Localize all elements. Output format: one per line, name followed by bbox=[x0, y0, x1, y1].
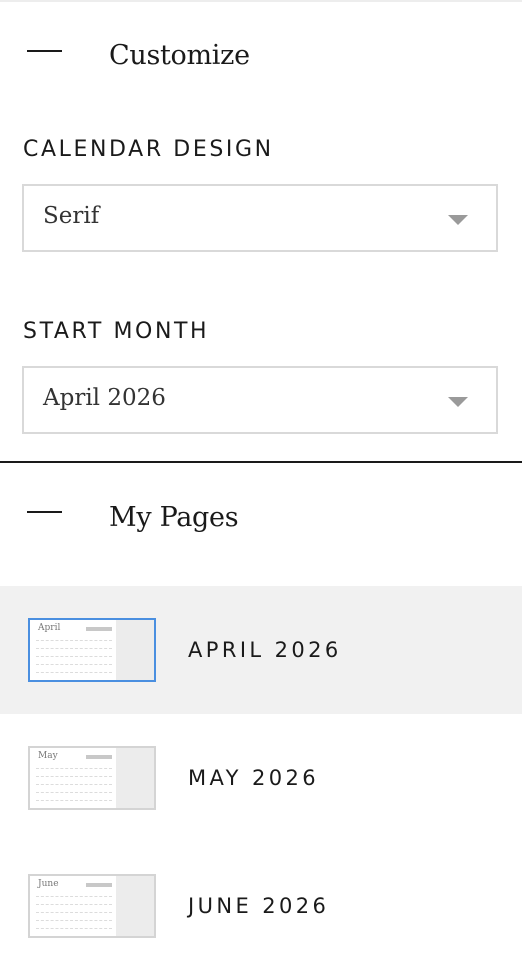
page-item-may[interactable]: May MAY 2026 bbox=[0, 714, 522, 842]
collapse-minus-icon[interactable] bbox=[27, 50, 62, 52]
start-month-label: START MONTH bbox=[23, 319, 210, 344]
page-thumbnail[interactable]: June bbox=[28, 874, 156, 938]
chevron-down-icon bbox=[448, 397, 468, 407]
calendar-design-select[interactable]: Serif bbox=[22, 184, 498, 252]
collapse-minus-icon[interactable] bbox=[27, 511, 62, 513]
my-pages-section-toggle[interactable]: My Pages bbox=[0, 488, 522, 548]
start-month-select[interactable]: April 2026 bbox=[22, 366, 498, 434]
top-divider bbox=[0, 0, 522, 2]
calendar-design-value: Serif bbox=[43, 203, 100, 229]
thumbnail-month: April bbox=[38, 623, 61, 633]
calendar-design-label: CALENDAR DESIGN bbox=[23, 137, 274, 162]
section-divider bbox=[0, 461, 522, 463]
start-month-value: April 2026 bbox=[43, 385, 166, 411]
customize-section-toggle[interactable]: Customize bbox=[0, 26, 522, 86]
thumbnail-month: May bbox=[38, 751, 58, 761]
page-thumbnail[interactable]: May bbox=[28, 746, 156, 810]
my-pages-title: My Pages bbox=[109, 502, 239, 533]
page-item-april[interactable]: April APRIL 2026 bbox=[0, 586, 522, 714]
chevron-down-icon bbox=[448, 215, 468, 225]
page-item-label: APRIL 2026 bbox=[188, 638, 342, 662]
page-item-label: JUNE 2026 bbox=[188, 894, 330, 918]
customize-title: Customize bbox=[109, 40, 250, 71]
page-item-label: MAY 2026 bbox=[188, 766, 320, 790]
page-item-june[interactable]: June JUNE 2026 bbox=[0, 842, 522, 970]
page-thumbnail[interactable]: April bbox=[28, 618, 156, 682]
thumbnail-month: June bbox=[38, 879, 59, 889]
